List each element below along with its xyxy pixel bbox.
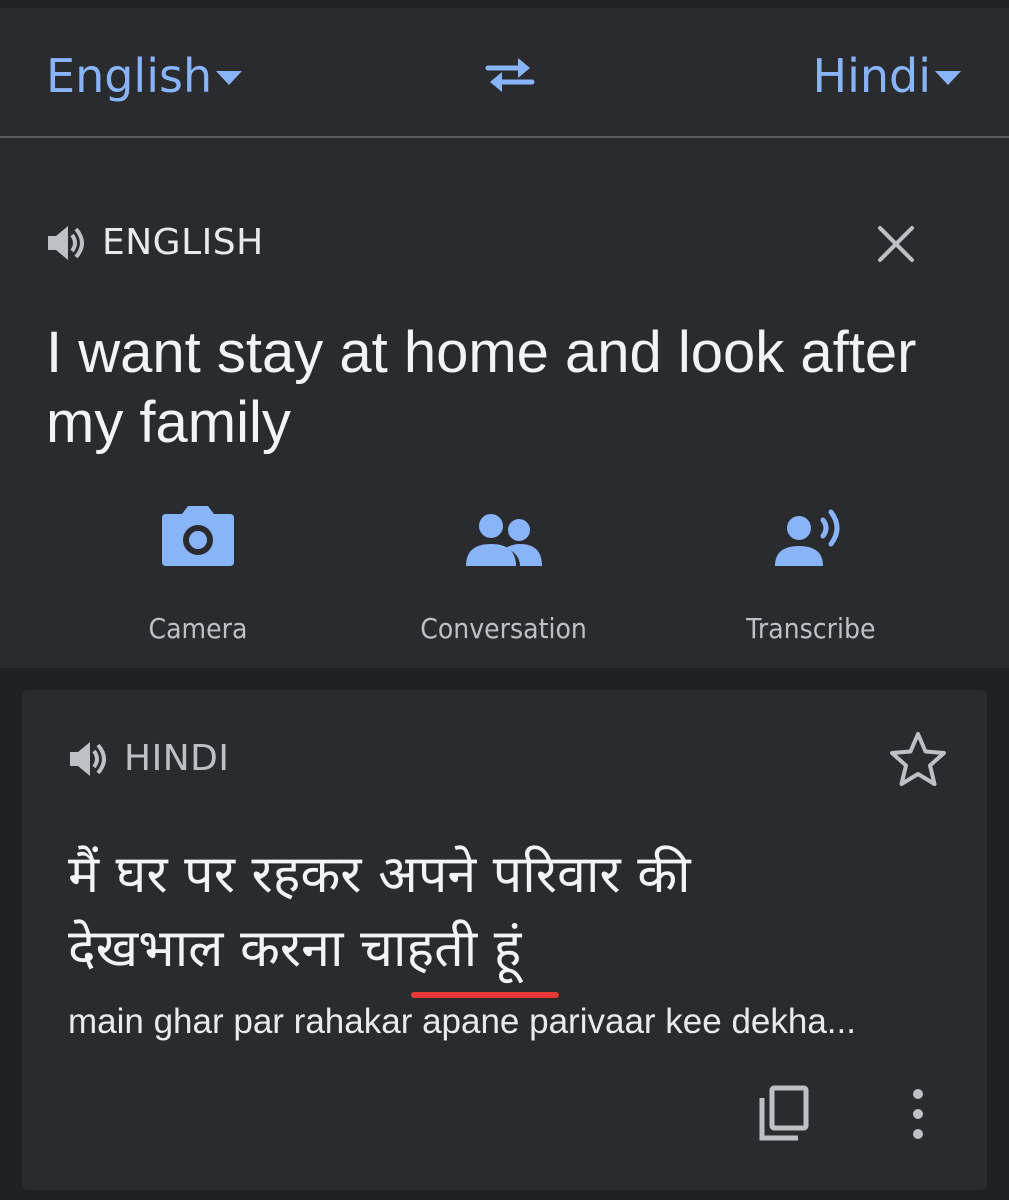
target-language-heading: HINDI	[68, 738, 229, 779]
transcribe-icon	[775, 509, 840, 566]
camera-icon	[162, 506, 234, 566]
target-language-heading-text: HINDI	[124, 738, 230, 779]
target-language-selector[interactable]: Hindi	[812, 48, 961, 104]
camera-button[interactable]: Camera	[78, 504, 318, 645]
status-strip	[0, 0, 1009, 8]
conversation-button[interactable]: Conversation	[384, 504, 624, 645]
close-icon[interactable]	[872, 220, 920, 268]
camera-label: Camera	[148, 612, 248, 645]
romanization-text: main ghar par rahakar apane parivaar kee…	[68, 1002, 856, 1041]
speaker-icon[interactable]	[68, 739, 112, 779]
language-bar: English Hindi	[0, 0, 1009, 138]
speaker-icon[interactable]	[46, 223, 90, 263]
source-text[interactable]: I want stay at home and look after my fa…	[46, 318, 946, 458]
source-language-heading-text: ENGLISH	[102, 222, 264, 263]
spellcheck-underline	[411, 992, 559, 998]
people-icon	[466, 514, 542, 566]
transcribe-label: Transcribe	[746, 612, 876, 645]
translate-app: English Hindi ENGLISH I want stay at hom…	[0, 0, 1009, 1200]
translated-line-1: मैं घर पर रहकर अपने परिवार की	[68, 845, 691, 905]
copy-icon[interactable]	[756, 1084, 812, 1142]
chevron-down-icon	[935, 71, 961, 85]
translation-card: HINDI मैं घर पर रहकर अपने परिवार की देखभ…	[22, 690, 987, 1190]
source-language-label: English	[46, 49, 213, 103]
translated-text[interactable]: मैं घर पर रहकर अपने परिवार की देखभाल करन…	[68, 838, 948, 986]
transcribe-button[interactable]: Transcribe	[691, 504, 931, 645]
conversation-label: Conversation	[420, 612, 588, 645]
target-language-label: Hindi	[812, 49, 931, 103]
chevron-down-icon	[216, 71, 243, 85]
translated-line-2: देखभाल करना चाहती हूं	[68, 919, 522, 979]
more-vert-icon[interactable]	[902, 1086, 934, 1142]
input-panel: ENGLISH I want stay at home and look aft…	[0, 138, 1009, 668]
source-language-selector[interactable]: English	[46, 48, 243, 104]
star-icon[interactable]	[888, 730, 948, 788]
swap-languages-icon[interactable]	[482, 52, 538, 96]
source-language-heading: ENGLISH	[46, 222, 264, 263]
